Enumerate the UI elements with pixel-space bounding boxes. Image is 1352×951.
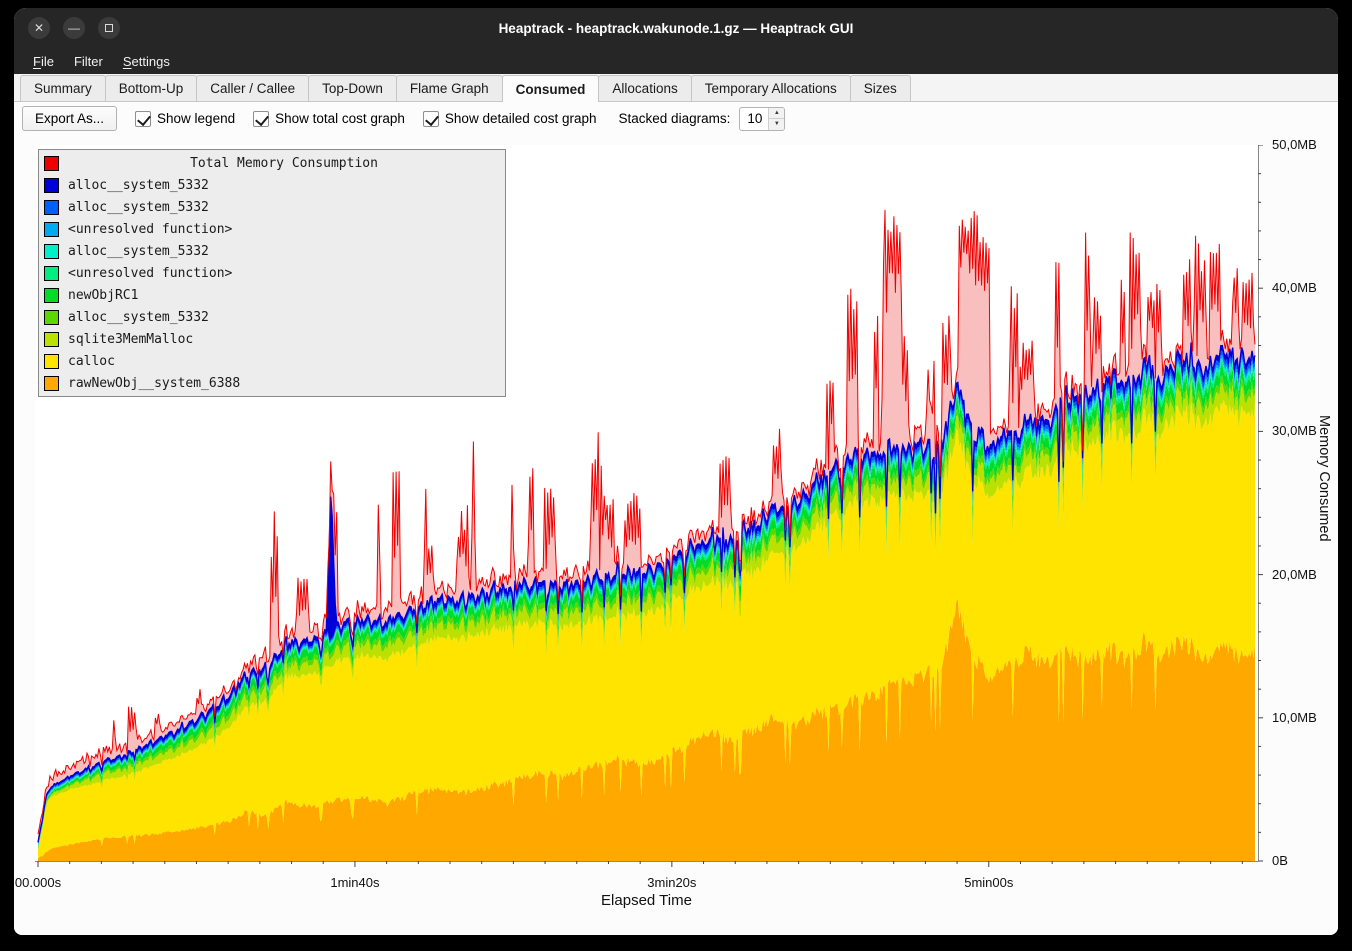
x-tick-label: 1min40s (330, 875, 379, 890)
legend-item-label: alloc__system_5332 (68, 244, 209, 259)
menu-file[interactable]: File (24, 51, 63, 72)
y-tick-label: 10,0MB (1272, 710, 1317, 725)
export-as-button[interactable]: Export As... (22, 106, 117, 131)
y-tick-label: 40,0MB (1272, 280, 1317, 295)
close-icon: ✕ (34, 21, 44, 35)
menubar: File Filter Settings (14, 48, 1338, 74)
spin-up-icon[interactable]: ▲ (769, 108, 784, 120)
legend-item: calloc (44, 350, 500, 372)
legend-item-label: alloc__system_5332 (68, 200, 209, 215)
minimize-icon: — (68, 21, 80, 35)
tab-allocations[interactable]: Allocations (598, 75, 691, 101)
legend-color-swatch (44, 200, 59, 215)
legend-item: <unresolved function> (44, 218, 500, 240)
legend-item-label: <unresolved function> (68, 266, 232, 281)
legend-color-swatch-total (44, 156, 59, 171)
y-axis-title: Memory Consumed (1316, 415, 1332, 542)
tab-flame-graph[interactable]: Flame Graph (396, 75, 503, 101)
x-tick-label: 3min20s (647, 875, 696, 890)
legend-item-label: alloc__system_5332 (68, 178, 209, 193)
legend-color-swatch (44, 310, 59, 325)
window-controls: ✕ — (28, 8, 120, 48)
x-tick-label: 5min00s (964, 875, 1013, 890)
legend-item-label: calloc (68, 354, 115, 369)
stacked-diagrams-value[interactable]: 10 (740, 108, 768, 130)
x-tick-label: 00.000s (15, 875, 61, 890)
legend-color-swatch (44, 222, 59, 237)
menu-filter[interactable]: Filter (65, 51, 112, 72)
maximize-icon (105, 24, 113, 32)
spin-down-icon[interactable]: ▼ (769, 119, 784, 130)
legend-item: rawNewObj__system_6388 (44, 372, 500, 394)
toolbar: Export As... Show legend Show total cost… (14, 102, 1338, 135)
legend-item: alloc__system_5332 (44, 240, 500, 262)
tab-caller-callee[interactable]: Caller / Callee (196, 75, 309, 101)
legend-item: newObjRC1 (44, 284, 500, 306)
window-title: Heaptrack - heaptrack.wakunode.1.gz — He… (14, 21, 1338, 36)
legend-rows: alloc__system_5332 alloc__system_5332 <unr… (44, 174, 500, 394)
tab-temporary-allocations[interactable]: Temporary Allocations (691, 75, 851, 101)
legend-color-swatch (44, 266, 59, 281)
legend-item-label: <unresolved function> (68, 222, 232, 237)
legend-item-label: sqlite3MemMalloc (68, 332, 193, 347)
legend-title-row: Total Memory Consumption (44, 152, 500, 174)
checkbox-icon (423, 111, 439, 127)
heaptrack-window: ✕ — Heaptrack - heaptrack.wakunode.1.gz … (14, 8, 1338, 935)
legend-title: Total Memory Consumption (68, 156, 500, 171)
checkbox-icon (253, 111, 269, 127)
legend-item: alloc__system_5332 (44, 196, 500, 218)
minimize-button[interactable]: — (63, 17, 85, 39)
tab-sizes[interactable]: Sizes (850, 75, 911, 101)
legend-color-swatch (44, 178, 59, 193)
legend-color-swatch (44, 244, 59, 259)
checkbox-label: Show total cost graph (275, 111, 405, 126)
menu-settings[interactable]: Settings (114, 51, 179, 72)
y-tick-label: 50,0MB (1272, 137, 1317, 152)
legend-color-swatch (44, 288, 59, 303)
tab-bar: Summary Bottom-Up Caller / Callee Top-Do… (14, 74, 1338, 102)
checkbox-icon (135, 111, 151, 127)
checkbox-label: Show detailed cost graph (445, 111, 597, 126)
legend-item-label: newObjRC1 (68, 288, 138, 303)
chart-legend: Total Memory Consumption alloc__system_5… (38, 149, 506, 397)
legend-item: sqlite3MemMalloc (44, 328, 500, 350)
maximize-button[interactable] (98, 17, 120, 39)
spinner-arrows: ▲ ▼ (768, 108, 784, 130)
titlebar[interactable]: ✕ — Heaptrack - heaptrack.wakunode.1.gz … (14, 8, 1338, 48)
legend-color-swatch (44, 376, 59, 391)
x-axis-title: Elapsed Time (35, 892, 1258, 909)
legend-item: <unresolved function> (44, 262, 500, 284)
legend-item-label: alloc__system_5332 (68, 310, 209, 325)
legend-color-swatch (44, 332, 59, 347)
close-button[interactable]: ✕ (28, 17, 50, 39)
checkbox-label: Show legend (157, 111, 235, 126)
stacked-diagrams-label: Stacked diagrams: (619, 111, 731, 126)
show-detailed-cost-graph-checkbox[interactable]: Show detailed cost graph (423, 111, 597, 127)
y-tick-label: 20,0MB (1272, 567, 1317, 582)
tab-top-down[interactable]: Top-Down (308, 75, 397, 101)
chart-area: Total Memory Consumption alloc__system_5… (14, 135, 1338, 935)
legend-color-swatch (44, 354, 59, 369)
show-legend-checkbox[interactable]: Show legend (135, 111, 235, 127)
show-total-cost-graph-checkbox[interactable]: Show total cost graph (253, 111, 405, 127)
y-tick-label: 30,0MB (1272, 423, 1317, 438)
tab-consumed[interactable]: Consumed (502, 75, 600, 102)
tab-summary[interactable]: Summary (20, 75, 106, 101)
legend-item: alloc__system_5332 (44, 174, 500, 196)
tab-bottom-up[interactable]: Bottom-Up (105, 75, 198, 101)
stacked-diagrams-spinbox[interactable]: 10 ▲ ▼ (739, 107, 785, 131)
legend-item: alloc__system_5332 (44, 306, 500, 328)
legend-item-label: rawNewObj__system_6388 (68, 376, 240, 391)
stacked-diagrams-control: Stacked diagrams: 10 ▲ ▼ (619, 107, 786, 131)
y-tick-label: 0B (1272, 853, 1288, 868)
